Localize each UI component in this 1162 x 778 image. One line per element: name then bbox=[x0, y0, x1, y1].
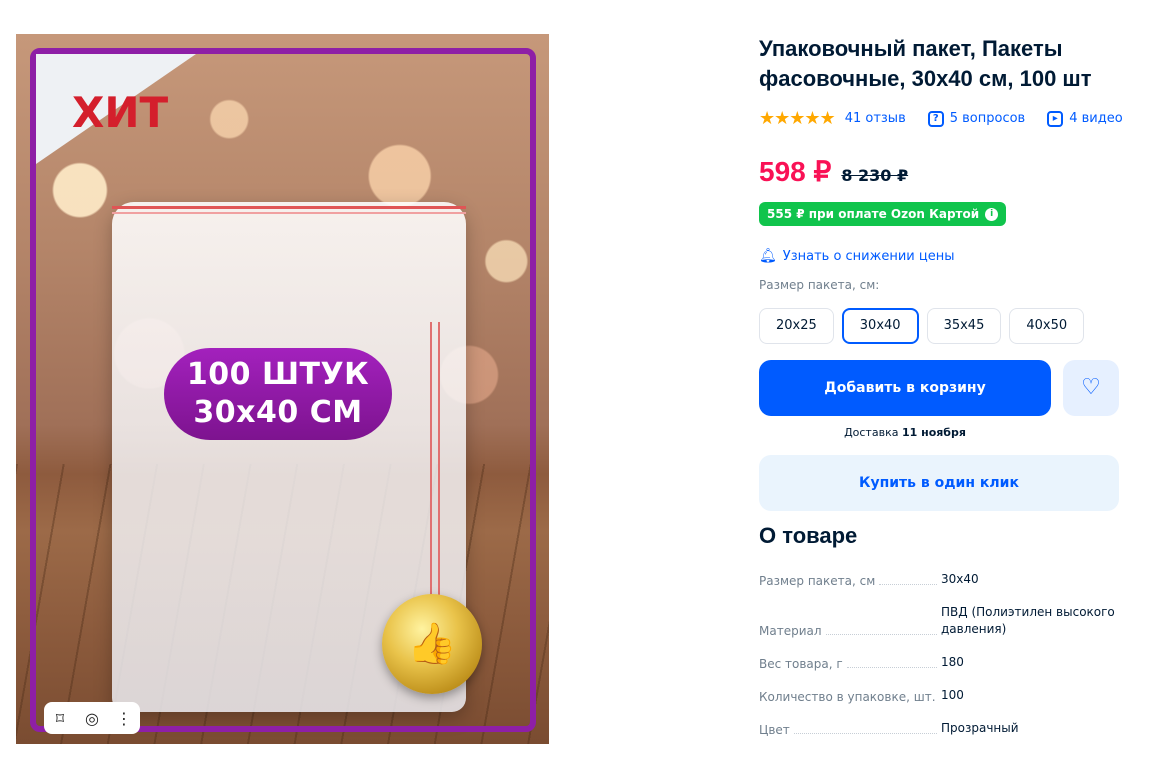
spec-value: Прозрачный bbox=[941, 721, 1019, 735]
spec-name-wrap: Количество в упаковке, шт. bbox=[759, 690, 941, 704]
spec-name-wrap: Цвет bbox=[759, 723, 941, 737]
size-option-40x50[interactable]: 40x50 bbox=[1009, 308, 1085, 344]
hit-badge: ХИТ bbox=[72, 88, 169, 137]
spec-dots bbox=[879, 584, 937, 585]
delivery-prefix: Доставка bbox=[844, 426, 899, 439]
bell-icon: 🔔︎ bbox=[759, 248, 777, 264]
product-info: Упаковочный пакет, Пакеты фасовочные, 30… bbox=[759, 34, 1129, 753]
spec-row: Вес товара, г 180 bbox=[759, 654, 1119, 671]
spec-list: Размер пакета, см 30х40 Материал ПВД (По… bbox=[759, 571, 1119, 737]
favorite-heart-icon[interactable]: ♡ bbox=[1063, 360, 1119, 416]
videos-link[interactable]: ▸ 4 видео bbox=[1047, 110, 1123, 127]
spec-name: Размер пакета, см bbox=[759, 574, 876, 588]
spec-name: Вес товара, г bbox=[759, 657, 843, 671]
delivery-date: 11 ноября bbox=[901, 426, 966, 439]
spec-row: Количество в упаковке, шт. 100 bbox=[759, 687, 1119, 704]
more-icon[interactable]: ⋮ bbox=[110, 709, 138, 728]
info-icon: i bbox=[985, 207, 999, 221]
spec-dots bbox=[793, 733, 937, 734]
spec-dots bbox=[846, 667, 937, 668]
buy-one-click-button[interactable]: Купить в один клик bbox=[759, 455, 1119, 511]
product-title: Упаковочный пакет, Пакеты фасовочные, 30… bbox=[759, 36, 1092, 91]
camera-search-icon[interactable]: ◎ bbox=[78, 709, 106, 728]
product-meta: ★★★★★ 41 отзыв ? 5 вопросов ▸ 4 видео bbox=[759, 108, 1129, 129]
bookmark-icon[interactable]: ⌑ bbox=[46, 709, 74, 728]
spec-dots bbox=[825, 634, 937, 635]
add-to-cart-button[interactable]: Добавить в корзину bbox=[759, 360, 1051, 416]
ozon-card-price-badge[interactable]: 555 ₽ при оплате Ozon Картой i bbox=[759, 202, 1007, 226]
image-toolbar: ⌑ ◎ ⋮ bbox=[44, 702, 140, 734]
spec-name: Количество в упаковке, шт. bbox=[759, 690, 936, 704]
reviews-link[interactable]: 41 отзыв bbox=[845, 111, 906, 126]
cart-row: Добавить в корзину ♡ bbox=[759, 360, 1129, 416]
size-selector: 20x25 30x40 35x45 40x50 bbox=[759, 308, 1129, 344]
size-option-20x25[interactable]: 20x25 bbox=[759, 308, 834, 344]
spec-name-wrap: Материал bbox=[759, 624, 941, 638]
spec-value: 30х40 bbox=[941, 572, 979, 586]
spec-name-wrap: Вес товара, г bbox=[759, 657, 941, 671]
questions-link[interactable]: ? 5 вопросов bbox=[927, 110, 1026, 127]
spec-name-wrap: Размер пакета, см bbox=[759, 574, 941, 588]
current-price: 598 ₽ bbox=[759, 156, 832, 187]
question-icon: ? bbox=[927, 110, 944, 127]
size-option-30x40[interactable]: 30x40 bbox=[841, 308, 919, 344]
spec-value: 180 bbox=[941, 655, 964, 669]
spec-row: Цвет Прозрачный bbox=[759, 720, 1119, 737]
delivery-info: Доставка 11 ноября bbox=[759, 426, 1051, 439]
spec-name: Материал bbox=[759, 624, 822, 638]
about-heading: О товаре bbox=[759, 523, 858, 548]
questions-label: 5 вопросов bbox=[949, 111, 1026, 126]
spec-row: Размер пакета, см 30х40 bbox=[759, 571, 1119, 588]
price-row: 598 ₽ 8 230 ₽ bbox=[759, 155, 1129, 188]
spec-value: ПВД (Полиэтилен высокого давления) bbox=[941, 605, 1115, 636]
old-price: 8 230 ₽ bbox=[841, 166, 909, 185]
spec-name: Цвет bbox=[759, 723, 790, 737]
notify-label: Узнать о снижении цены bbox=[782, 248, 955, 264]
product-image[interactable]: 100 ШТУК 30x40 СМ 👍 ХИТ ⌑ ◎ ⋮ bbox=[16, 34, 549, 744]
video-icon: ▸ bbox=[1047, 110, 1064, 127]
spec-row: Материал ПВД (Полиэтилен высокого давлен… bbox=[759, 604, 1119, 638]
price-drop-notify-link[interactable]: 🔔︎ Узнать о снижении цены bbox=[759, 248, 1129, 264]
videos-label: 4 видео bbox=[1069, 111, 1123, 126]
hit-ribbon: ХИТ bbox=[36, 54, 196, 164]
ozon-card-offer: 555 ₽ при оплате Ozon Картой bbox=[767, 207, 980, 221]
size-option-35x45[interactable]: 35x45 bbox=[926, 308, 1002, 344]
size-label: Размер пакета, см: bbox=[759, 278, 880, 292]
spec-value: 100 bbox=[941, 688, 964, 702]
rating-stars-icon: ★★★★★ bbox=[759, 108, 836, 129]
reviews-label: 41 отзыв bbox=[844, 111, 906, 126]
